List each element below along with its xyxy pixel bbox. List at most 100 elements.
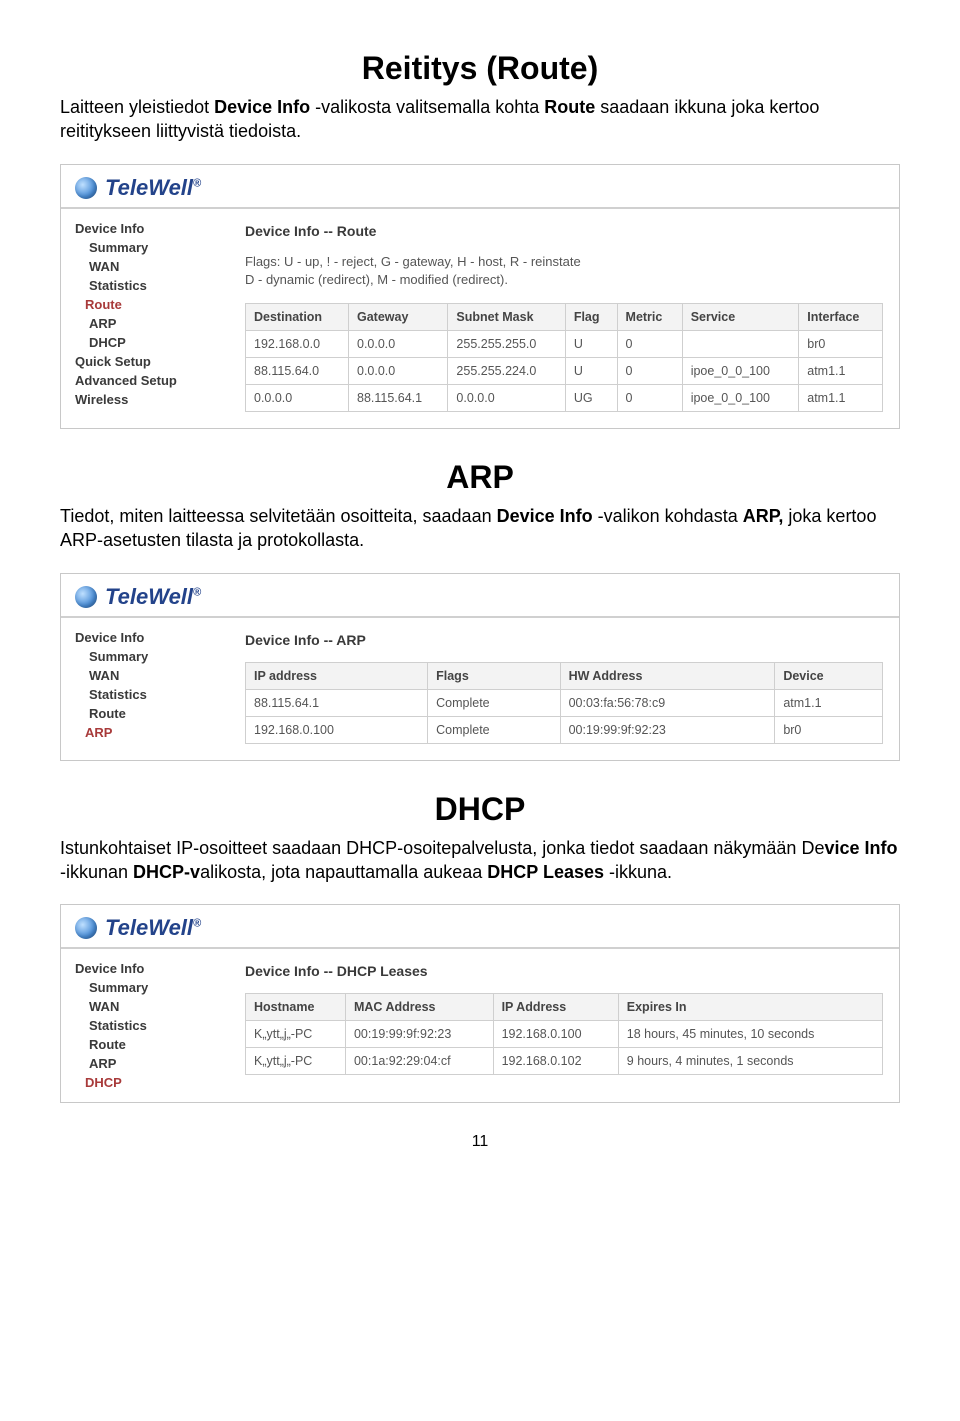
cell: 00:19:99:9f:92:23 [560,716,775,743]
cell: 192.168.0.100 [246,716,428,743]
cell: ipoe_0_0_100 [682,384,799,411]
sidebar-item-arp: ARP [75,314,215,333]
col-header: Flags [428,662,560,689]
col-header: HW Address [560,662,775,689]
sidebar-item-device-info: Device Info [75,628,215,647]
sidebar-nav: Device InfoSummaryWANStatisticsRouteARP [61,618,229,752]
sidebar-item-wan: WAN [75,997,215,1016]
sidebar-item-label: ARP [85,725,112,740]
cell: atm1.1 [799,384,883,411]
sidebar-item-device-info: Device Info [75,959,215,978]
arp-table: IP addressFlagsHW AddressDevice88.115.64… [245,662,883,744]
sidebar-item-device-info: Device Info [75,219,215,238]
screenshot-dhcp: TeleWell® Device InfoSummaryWANStatistic… [60,904,900,1103]
cell: 0.0.0.0 [349,357,448,384]
t: Tiedot, miten laitteessa selvitetään oso… [60,506,497,526]
t: alikosta, jota napauttamalla aukeaa [200,862,487,882]
cell: br0 [799,330,883,357]
table-row: 88.115.64.00.0.0.0255.255.224.0U0ipoe_0_… [246,357,883,384]
table-row: 88.115.64.1Complete00:03:fa:56:78:c9atm1… [246,689,883,716]
globe-icon [75,917,97,939]
content-area: Device Info -- DHCP Leases HostnameMAC A… [229,949,899,1091]
t: Flags: U - up, ! - reject, G - gateway, … [245,253,883,271]
cell: U [565,330,617,357]
screenshot-arp: TeleWell® Device InfoSummaryWANStatistic… [60,573,900,761]
cell: atm1.1 [775,689,883,716]
cell: 192.168.0.0 [246,330,349,357]
cell: 0 [617,330,682,357]
cell: Complete [428,716,560,743]
t: -valikosta valitsemalla kohta [310,97,544,117]
cell: UG [565,384,617,411]
table-row: 192.168.0.100Complete00:19:99:9f:92:23br… [246,716,883,743]
t: Laitteen yleistiedot [60,97,214,117]
cell: 255.255.224.0 [448,357,565,384]
brand-logo: TeleWell® [105,175,201,201]
cell: 00:19:99:9f:92:23 [345,1021,493,1048]
t: ARP, [743,506,784,526]
col-header: Hostname [246,994,346,1021]
table-row: K„ytt„j„-PC00:1a:92:29:04:cf192.168.0.10… [246,1048,883,1075]
cell: ipoe_0_0_100 [682,357,799,384]
col-header: MAC Address [345,994,493,1021]
t: vice Info [824,838,897,858]
dhcp-table: HostnameMAC AddressIP AddressExpires InK… [245,993,883,1075]
sidebar-item-statistics: Statistics [75,276,215,295]
sidebar-item-route: Route [75,1035,215,1054]
cell: 0.0.0.0 [448,384,565,411]
sidebar-item-arp: ARP [75,723,215,742]
table-row: 0.0.0.088.115.64.10.0.0.0UG0ipoe_0_0_100… [246,384,883,411]
para-route: Laitteen yleistiedot Device Info -valiko… [60,95,900,144]
sidebar-item-arp: ARP [75,1054,215,1073]
sidebar-item-summary: Summary [75,238,215,257]
cell: 0 [617,384,682,411]
cell: K„ytt„j„-PC [246,1048,346,1075]
cell: atm1.1 [799,357,883,384]
para-arp: Tiedot, miten laitteessa selvitetään oso… [60,504,900,553]
col-header: Metric [617,303,682,330]
t: DHCP Leases [487,862,604,882]
content-title: Device Info -- ARP [245,632,883,648]
section-title-arp: ARP [60,459,900,496]
cell: K„ytt„j„-PC [246,1021,346,1048]
t: -valikon kohdasta [593,506,743,526]
logo-row: TeleWell® [61,165,899,209]
col-header: Subnet Mask [448,303,565,330]
sidebar-item-label: Route [85,297,122,312]
t: -ikkuna. [604,862,672,882]
sidebar-item-wireless: Wireless [75,390,215,409]
page-number: 11 [60,1133,900,1151]
table-row: 192.168.0.00.0.0.0255.255.255.0U0br0 [246,330,883,357]
sidebar-nav: Device InfoSummaryWANStatisticsRouteARPD… [61,949,229,1102]
col-header: Interface [799,303,883,330]
t: DHCP-v [133,862,200,882]
logo-row: TeleWell® [61,574,899,618]
brand-logo: TeleWell® [105,584,201,610]
cell: 255.255.255.0 [448,330,565,357]
sidebar-item-statistics: Statistics [75,685,215,704]
content-area: Device Info -- Route Flags: U - up, ! - … [229,209,899,428]
section-title-route: Reititys (Route) [60,50,900,87]
cell: 88.115.64.0 [246,357,349,384]
globe-icon [75,177,97,199]
para-dhcp: Istunkohtaiset IP-osoitteet saadaan DHCP… [60,836,900,885]
cell: 88.115.64.1 [349,384,448,411]
sidebar-nav: Device InfoSummaryWANStatisticsRouteARPD… [61,209,229,419]
col-header: Service [682,303,799,330]
cell: 88.115.64.1 [246,689,428,716]
cell: 9 hours, 4 minutes, 1 seconds [618,1048,882,1075]
t: Device Info [214,97,310,117]
t: D - dynamic (redirect), M - modified (re… [245,271,883,289]
cell: br0 [775,716,883,743]
col-header: Expires In [618,994,882,1021]
table-row: K„ytt„j„-PC00:19:99:9f:92:23192.168.0.10… [246,1021,883,1048]
sidebar-item-quick-setup: Quick Setup [75,352,215,371]
sidebar-item-dhcp: DHCP [75,1073,215,1092]
t: Route [544,97,595,117]
col-header: IP Address [493,994,618,1021]
col-header: Device [775,662,883,689]
globe-icon [75,586,97,608]
cell: 00:03:fa:56:78:c9 [560,689,775,716]
flags-legend: Flags: U - up, ! - reject, G - gateway, … [245,253,883,289]
cell [682,330,799,357]
